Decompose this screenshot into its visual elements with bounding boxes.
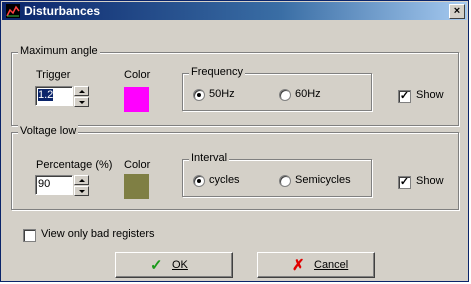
radio-60hz-label: 60Hz bbox=[295, 88, 321, 100]
voltage-low-group: Voltage low Percentage (%) 90 Color Inte… bbox=[11, 125, 459, 210]
disturbances-dialog: Disturbances × Maximum angle Trigger 1.2… bbox=[0, 0, 469, 282]
frequency-group: Frequency 50Hz 60Hz bbox=[182, 66, 372, 111]
percentage-decrement-button[interactable] bbox=[74, 186, 89, 196]
title-bar[interactable]: Disturbances × bbox=[2, 2, 467, 20]
radio-cycles[interactable] bbox=[193, 175, 205, 187]
radio-50hz[interactable] bbox=[193, 89, 205, 101]
max-angle-color-swatch[interactable] bbox=[124, 87, 149, 112]
percentage-label: Percentage (%) bbox=[36, 159, 113, 171]
view-only-bad-label: View only bad registers bbox=[41, 228, 155, 240]
cancel-button[interactable]: ✗ Cancel bbox=[257, 252, 375, 278]
ok-button[interactable]: ✓ OK bbox=[115, 252, 233, 278]
arrow-down-icon bbox=[79, 101, 85, 104]
view-only-bad-checkbox[interactable] bbox=[23, 229, 36, 242]
radio-semicycles[interactable] bbox=[279, 175, 291, 187]
max-angle-show-checkbox[interactable]: ✓ bbox=[398, 90, 411, 103]
trigger-input[interactable]: 1.2 bbox=[35, 86, 73, 106]
max-angle-show-label: Show bbox=[416, 89, 444, 101]
maximum-angle-group: Maximum angle Trigger 1.2 Color Frequenc… bbox=[11, 45, 459, 126]
x-icon: ✗ bbox=[292, 257, 305, 274]
percentage-increment-button[interactable] bbox=[74, 175, 89, 185]
interval-group: Interval cycles Semicycles bbox=[182, 152, 372, 197]
maximum-angle-title: Maximum angle bbox=[18, 45, 100, 57]
trigger-increment-button[interactable] bbox=[74, 86, 89, 96]
radio-cycles-label: cycles bbox=[209, 174, 240, 186]
trigger-label: Trigger bbox=[36, 69, 71, 81]
trigger-decrement-button[interactable] bbox=[74, 97, 89, 107]
ok-button-label: OK bbox=[172, 259, 188, 271]
cancel-button-label: Cancel bbox=[314, 259, 349, 271]
interval-title: Interval bbox=[189, 152, 230, 164]
chart-icon bbox=[6, 4, 20, 18]
arrow-up-icon bbox=[79, 179, 85, 182]
arrow-up-icon bbox=[79, 90, 85, 93]
radio-semicycles-label: Semicycles bbox=[295, 174, 351, 186]
color-label: Color bbox=[124, 159, 151, 171]
percentage-spinner: 90 bbox=[35, 175, 90, 197]
voltage-low-show-label: Show bbox=[416, 175, 444, 187]
voltage-low-title: Voltage low bbox=[18, 125, 79, 137]
frequency-title: Frequency bbox=[189, 66, 245, 78]
arrow-down-icon bbox=[79, 190, 85, 193]
trigger-spinner: 1.2 bbox=[35, 86, 90, 108]
color-label: Color bbox=[124, 69, 151, 81]
voltage-low-color-swatch[interactable] bbox=[124, 174, 149, 199]
checkmark-icon: ✓ bbox=[150, 257, 163, 274]
close-button[interactable]: × bbox=[449, 4, 465, 19]
radio-50hz-label: 50Hz bbox=[209, 88, 235, 100]
window-title: Disturbances bbox=[24, 4, 101, 18]
percentage-input[interactable]: 90 bbox=[35, 175, 73, 195]
voltage-low-show-checkbox[interactable]: ✓ bbox=[398, 176, 411, 189]
radio-60hz[interactable] bbox=[279, 89, 291, 101]
